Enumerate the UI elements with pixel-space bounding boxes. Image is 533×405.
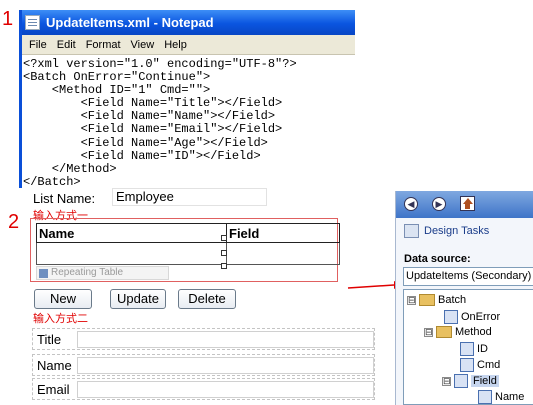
new-button[interactable]: New [34,289,92,309]
tree-node-field[interactable]: ⊟ Field [442,374,499,388]
menu-view[interactable]: View [126,39,160,51]
column-header-name: Name [36,223,227,243]
notepad-title: UpdateItems.xml - Notepad [46,15,214,30]
folder-icon [436,326,452,338]
menu-format[interactable]: Format [81,39,126,51]
xml-line: <Field Name="ID"></Field> [23,148,261,163]
attribute-icon [444,310,458,324]
email-label: Email [37,382,70,397]
collapse-icon[interactable]: ⊟ [424,327,433,337]
tree-node-id[interactable]: ID [460,342,488,356]
update-button[interactable]: Update [110,289,166,309]
collapse-icon[interactable]: ⊟ [407,295,416,305]
task-pane-nav: ◀ ▶ [396,191,533,218]
design-tasks-label: Design Tasks [424,225,490,237]
attribute-icon [460,358,474,372]
forward-icon[interactable]: ▶ [432,197,446,211]
title-field-row: Title [32,328,375,350]
repeating-table-label: Repeating Table [51,267,124,278]
column-resize-handle[interactable] [221,235,227,241]
name-field-row: Name [32,354,375,376]
tree-node-name[interactable]: Name [478,390,524,404]
attribute-icon [460,342,474,356]
annotation-arrow [347,281,402,289]
back-icon[interactable]: ◀ [404,197,418,211]
repeating-group-icon [454,374,468,388]
notepad-titlebar: UpdateItems.xml - Notepad [22,10,355,35]
notepad-text-area[interactable]: <?xml version="1.0" encoding="UTF-8"?> <B… [22,55,355,188]
xml-line: <Field Name="Age"></Field> [23,135,268,150]
email-input[interactable] [77,381,374,398]
table-icon [39,268,48,278]
repeating-table-tab[interactable]: Repeating Table [36,266,169,280]
design-tasks-link[interactable]: Design Tasks [404,224,489,238]
data-source-tree: ⊟ Batch OnError ⊟ Method ID Cmd ⊟ Field [403,289,533,405]
attribute-icon [478,390,492,404]
title-input[interactable] [77,331,374,348]
column-header-field: Field [226,223,340,243]
step-marker-2: 2 [8,211,20,233]
data-source-label: Data source: [404,253,471,265]
xml-line: <Field Name="Email"></Field> [23,122,283,137]
menu-file[interactable]: File [24,39,52,51]
home-icon[interactable] [460,196,475,211]
task-pane: ◀ ▶ Design Tasks Data source: UpdateItem… [395,191,533,405]
name-cell[interactable] [36,242,227,265]
field-cell[interactable] [226,242,340,265]
menu-help[interactable]: Help [159,39,192,51]
tree-node-cmd[interactable]: Cmd [460,358,500,372]
column-resize-handle[interactable] [221,263,227,269]
menu-edit[interactable]: Edit [52,39,81,51]
list-name-label: List Name: [33,191,96,206]
notepad-window: UpdateItems.xml - Notepad File Edit Form… [19,10,355,188]
name-input[interactable] [77,357,374,374]
notepad-icon [25,15,40,30]
notepad-menubar: File Edit Format View Help [22,35,355,55]
title-label: Title [37,332,62,347]
repeating-table[interactable]: Name Field [36,223,340,265]
name-label: Name [37,358,72,373]
design-tasks-icon [404,224,419,238]
email-field-row: Email [32,378,375,400]
data-source-select[interactable]: UpdateItems (Secondary) [403,267,533,286]
input-method-two-note: 输入方式二 [33,312,88,325]
folder-icon [419,294,435,306]
collapse-icon[interactable]: ⊟ [442,376,451,386]
tree-node-method[interactable]: ⊟ Method [424,326,492,338]
list-name-field[interactable]: Employee [112,188,267,206]
tree-node-batch[interactable]: ⊟ Batch [407,294,466,306]
tree-node-onerror[interactable]: OnError [444,310,500,324]
xml-line: </Method> [23,161,117,176]
delete-button[interactable]: Delete [178,289,236,309]
column-resize-handle[interactable] [221,250,227,256]
xml-line: </Batch> [23,174,81,188]
step-marker-1: 1 [2,8,14,30]
